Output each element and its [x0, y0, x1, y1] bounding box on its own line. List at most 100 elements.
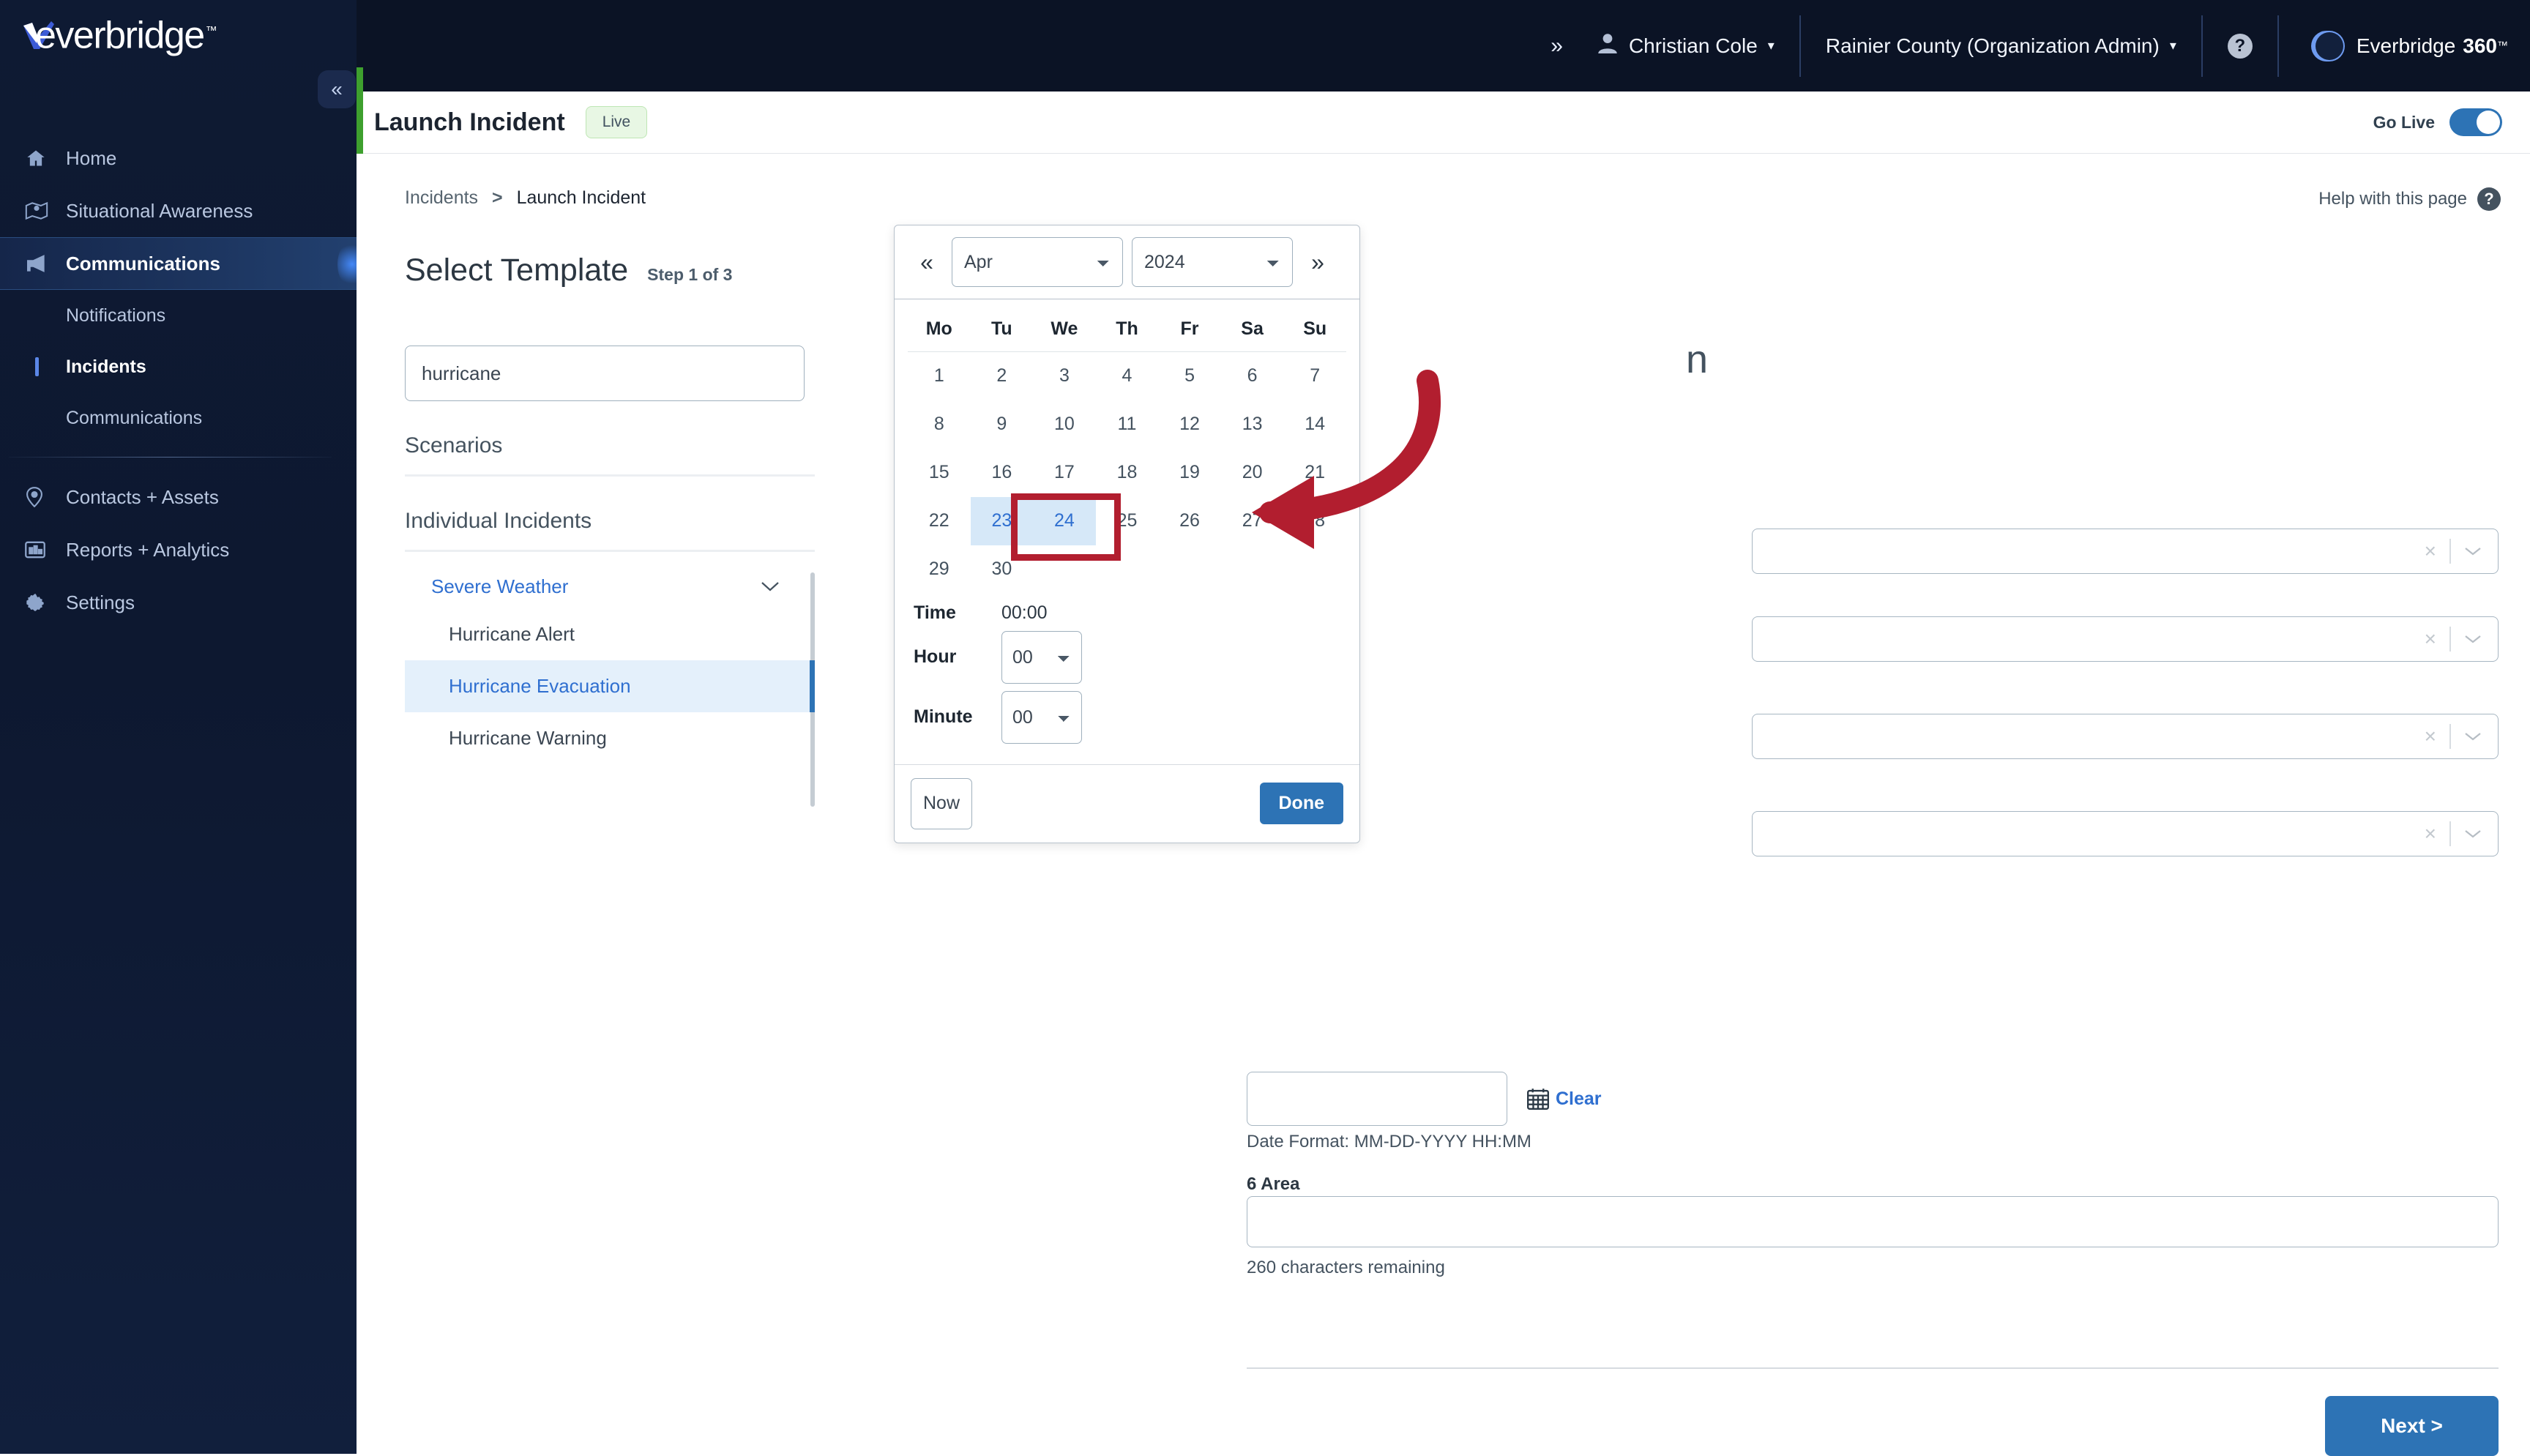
weekday-header: Su [1283, 308, 1346, 352]
divider [2449, 821, 2451, 846]
expand-chevron-icon[interactable]: » [1551, 34, 1563, 59]
calendar-icon [1526, 1087, 1550, 1110]
day-cell-10[interactable]: 10 [1033, 400, 1096, 449]
sidebar-item-home[interactable]: Home [0, 132, 357, 184]
datepicker-time-section: Time 00:00 Hour 000102030405060708091011… [895, 598, 1359, 764]
datepicker-week-row: 891011121314 [908, 400, 1346, 449]
chevron-down-icon[interactable] [2464, 541, 2482, 561]
list-item[interactable]: Hurricane Alert [405, 608, 815, 660]
day-cell-28[interactable]: 28 [1283, 497, 1346, 545]
form-select-2[interactable]: × [1752, 616, 2499, 662]
day-cell-21[interactable]: 21 [1283, 449, 1346, 497]
chevron-down-icon[interactable] [2464, 824, 2482, 844]
minute-select[interactable]: 000510152025303540455055 [1001, 691, 1082, 744]
day-cell-9[interactable]: 9 [971, 400, 1034, 449]
day-cell-11[interactable]: 11 [1096, 400, 1159, 449]
sidebar-item-settings[interactable]: Settings [0, 576, 357, 629]
day-cell-17[interactable]: 17 [1033, 449, 1096, 497]
top-navigation-bar: » Christian Cole ▾ Rainier County (Organ… [357, 0, 2530, 92]
chevron-down-icon: ▾ [1768, 38, 1775, 53]
day-cell-15[interactable]: 15 [908, 449, 971, 497]
day-cell-12[interactable]: 12 [1158, 400, 1221, 449]
day-cell-16[interactable]: 16 [971, 449, 1034, 497]
next-year-icon[interactable]: » [1302, 249, 1334, 276]
hour-select[interactable]: 00010203040506070809101112 [1001, 631, 1082, 684]
sidebar-item-reports-analytics[interactable]: Reports + Analytics [0, 523, 357, 576]
datepicker-year-select[interactable]: 20222023202420252026 [1132, 237, 1293, 287]
day-cell-27[interactable]: 27 [1221, 497, 1284, 545]
user-menu[interactable]: Christian Cole ▾ [1598, 33, 1775, 59]
day-cell-25[interactable]: 25 [1096, 497, 1159, 545]
prev-year-icon[interactable]: « [911, 249, 943, 276]
organization-name-label: Rainier County (Organization Admin) [1826, 34, 2160, 58]
day-cell-23[interactable]: 23 [971, 497, 1034, 545]
form-select-4[interactable]: × [1752, 811, 2499, 856]
go-live-label: Go Live [2373, 113, 2435, 132]
day-cell-18[interactable]: 18 [1096, 449, 1159, 497]
chevron-down-icon [761, 578, 780, 597]
day-cell-24[interactable]: 24 [1033, 497, 1096, 545]
day-cell-2[interactable]: 2 [971, 352, 1034, 400]
footer-divider [1247, 1367, 2499, 1369]
clear-icon[interactable]: × [2425, 822, 2436, 845]
everbridge-logo[interactable]: everbridge™ [22, 16, 238, 51]
day-cell-13[interactable]: 13 [1221, 400, 1284, 449]
go-live-toggle[interactable] [2449, 108, 2502, 136]
chevron-down-icon[interactable] [2464, 629, 2482, 649]
sidebar-item-communications[interactable]: Communications [0, 237, 357, 290]
everbridge-360-switcher[interactable]: Everbridge 360™ [2311, 31, 2508, 61]
help-with-this-page-link[interactable]: Help with this page ? [2318, 187, 2501, 211]
topbar-divider [2277, 15, 2279, 77]
minute-label: Minute [914, 706, 1001, 728]
form-select-1[interactable]: × [1752, 529, 2499, 574]
sidebar-collapse-button[interactable]: « [318, 70, 356, 108]
list-item[interactable]: Hurricane Evacuation [405, 660, 815, 712]
day-cell-19[interactable]: 19 [1158, 449, 1221, 497]
help-circle-icon: ? [2477, 187, 2501, 211]
done-button[interactable]: Done [1260, 783, 1344, 824]
day-cell-20[interactable]: 20 [1221, 449, 1284, 497]
main-content: Help with this page ? Incidents > Launch… [357, 154, 2530, 1454]
clear-icon[interactable]: × [2425, 725, 2436, 748]
sidebar-item-communications-sub[interactable]: Communications [0, 392, 357, 444]
day-cell-6[interactable]: 6 [1221, 352, 1284, 400]
organization-selector[interactable]: Rainier County (Organization Admin) ▾ [1826, 34, 2176, 58]
day-cell-5[interactable]: 5 [1158, 352, 1221, 400]
breadcrumb-item-incidents[interactable]: Incidents [405, 187, 478, 208]
day-cell-14[interactable]: 14 [1283, 400, 1346, 449]
now-button[interactable]: Now [911, 778, 972, 829]
form-select-3[interactable]: × [1752, 714, 2499, 759]
hour-label: Hour [914, 646, 1001, 668]
sidebar-item-contacts-assets[interactable]: Contacts + Assets [0, 471, 357, 523]
day-cell-3[interactable]: 3 [1033, 352, 1096, 400]
list-item[interactable]: Hurricane Warning [405, 712, 815, 764]
sidebar-subitem-label: Notifications [66, 305, 165, 326]
clear-icon[interactable]: × [2425, 627, 2436, 651]
datepicker-month-select[interactable]: JanFebMarAprMayJunJulAugSepOctNovDec [952, 237, 1123, 287]
day-cell-26[interactable]: 26 [1158, 497, 1221, 545]
sidebar-item-situational-awareness[interactable]: Situational Awareness [0, 184, 357, 237]
day-cell-22[interactable]: 22 [908, 497, 971, 545]
day-cell-7[interactable]: 7 [1283, 352, 1346, 400]
help-circle-icon[interactable]: ? [2228, 34, 2253, 59]
template-search-input[interactable] [405, 346, 805, 401]
clear-icon[interactable]: × [2425, 540, 2436, 563]
weekday-header: Tu [971, 308, 1034, 352]
day-cell-4[interactable]: 4 [1096, 352, 1159, 400]
sidebar-item-incidents[interactable]: Incidents [0, 341, 357, 392]
date-input[interactable] [1247, 1072, 1507, 1126]
divider [405, 474, 815, 477]
chevron-down-icon[interactable] [2464, 726, 2482, 747]
template-label: Hurricane Alert [449, 623, 575, 645]
day-cell-8[interactable]: 8 [908, 400, 971, 449]
day-cell-1[interactable]: 1 [908, 352, 971, 400]
day-cell-29[interactable]: 29 [908, 545, 971, 594]
template-group-severe-weather[interactable]: Severe Weather [405, 565, 815, 608]
area-input[interactable] [1247, 1196, 2499, 1247]
day-cell-30[interactable]: 30 [971, 545, 1034, 594]
day-cell-empty [1221, 545, 1284, 594]
sidebar-item-notifications[interactable]: Notifications [0, 290, 357, 341]
datepicker-week-row: 22232425262728 [908, 497, 1346, 545]
next-button[interactable]: Next > [2325, 1396, 2499, 1456]
clear-date-link[interactable]: Clear [1526, 1087, 1602, 1110]
